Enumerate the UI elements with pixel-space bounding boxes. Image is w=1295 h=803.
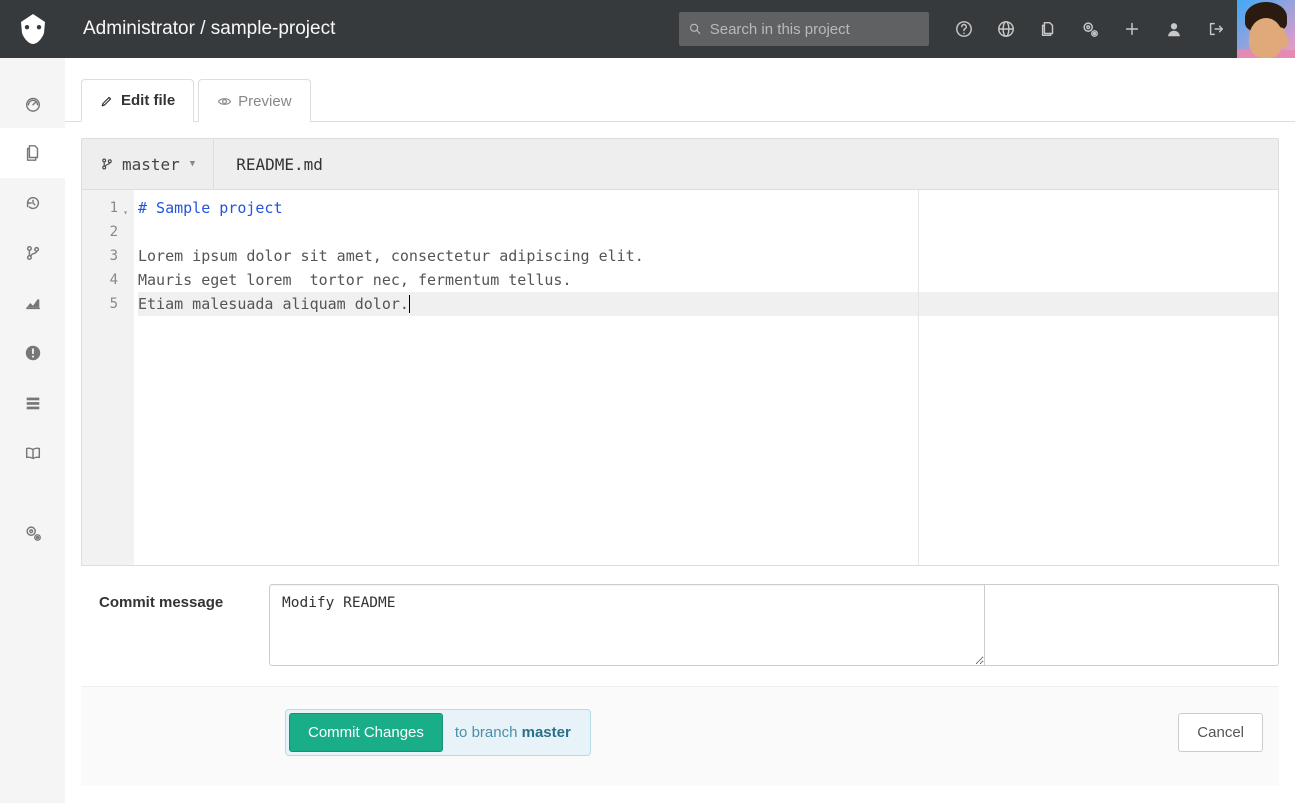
logout-icon[interactable] <box>1195 0 1237 58</box>
commit-message-extra <box>985 584 1279 666</box>
commit-group: Commit Changes to branch master <box>285 709 591 756</box>
sidebar <box>0 58 65 803</box>
sidebar-graphs-icon[interactable] <box>0 278 65 328</box>
edit-icon <box>100 93 115 108</box>
sidebar-issues-icon[interactable] <box>0 328 65 378</box>
user-icon[interactable] <box>1153 0 1195 58</box>
avatar[interactable] <box>1237 0 1295 58</box>
chevron-down-icon: ▼ <box>190 159 195 169</box>
search-input[interactable] <box>710 21 919 38</box>
sidebar-list-icon[interactable] <box>0 378 65 428</box>
tab-edit-file[interactable]: Edit file <box>81 79 194 122</box>
cancel-button[interactable]: Cancel <box>1178 713 1263 752</box>
help-icon[interactable] <box>943 0 985 58</box>
plus-icon[interactable] <box>1111 0 1153 58</box>
sidebar-dashboard-icon[interactable] <box>0 78 65 128</box>
app-logo[interactable] <box>0 0 65 58</box>
eye-icon <box>217 94 232 109</box>
tab-preview-label: Preview <box>238 93 291 110</box>
search-icon <box>689 22 702 36</box>
code-area[interactable]: # Sample project Lorem ipsum dolor sit a… <box>134 190 1278 565</box>
files-icon[interactable] <box>1027 0 1069 58</box>
code-editor[interactable]: 1▾ 2 3 4 5 # Sample project Lorem ipsum … <box>81 190 1279 566</box>
sidebar-wiki-icon[interactable] <box>0 428 65 478</box>
breadcrumb[interactable]: Administrator / sample-project <box>83 18 335 40</box>
ruler <box>918 190 919 565</box>
tab-preview[interactable]: Preview <box>198 79 310 122</box>
actions-bar: Commit Changes to branch master Cancel <box>81 686 1279 786</box>
commit-branch-info: to branch master <box>443 724 587 741</box>
sidebar-files-icon[interactable] <box>0 128 65 178</box>
topbar: Administrator / sample-project <box>0 0 1295 58</box>
breadcrumb-project[interactable]: sample-project <box>211 18 336 39</box>
cursor <box>409 295 410 313</box>
file-bar: master ▼ README.md <box>81 138 1279 190</box>
gears-icon[interactable] <box>1069 0 1111 58</box>
search-box[interactable] <box>679 12 929 46</box>
line-gutter: 1▾ 2 3 4 5 <box>82 190 134 565</box>
commit-message-label: Commit message <box>99 584 269 611</box>
branch-name: master <box>122 155 180 174</box>
commit-message-input[interactable] <box>269 584 985 666</box>
sidebar-history-icon[interactable] <box>0 178 65 228</box>
tab-edit-label: Edit file <box>121 92 175 109</box>
filename: README.md <box>214 139 345 189</box>
commit-changes-button[interactable]: Commit Changes <box>289 713 443 752</box>
branch-selector[interactable]: master ▼ <box>82 139 214 189</box>
breadcrumb-owner[interactable]: Administrator <box>83 18 195 39</box>
sidebar-branch-icon[interactable] <box>0 228 65 278</box>
main-content: Edit file Preview master ▼ README.md 1▾ … <box>65 58 1295 803</box>
tabs: Edit file Preview <box>65 58 1295 122</box>
commit-row: Commit message <box>65 566 1295 686</box>
sidebar-settings-icon[interactable] <box>0 508 65 558</box>
branch-icon <box>100 157 114 171</box>
globe-icon[interactable] <box>985 0 1027 58</box>
